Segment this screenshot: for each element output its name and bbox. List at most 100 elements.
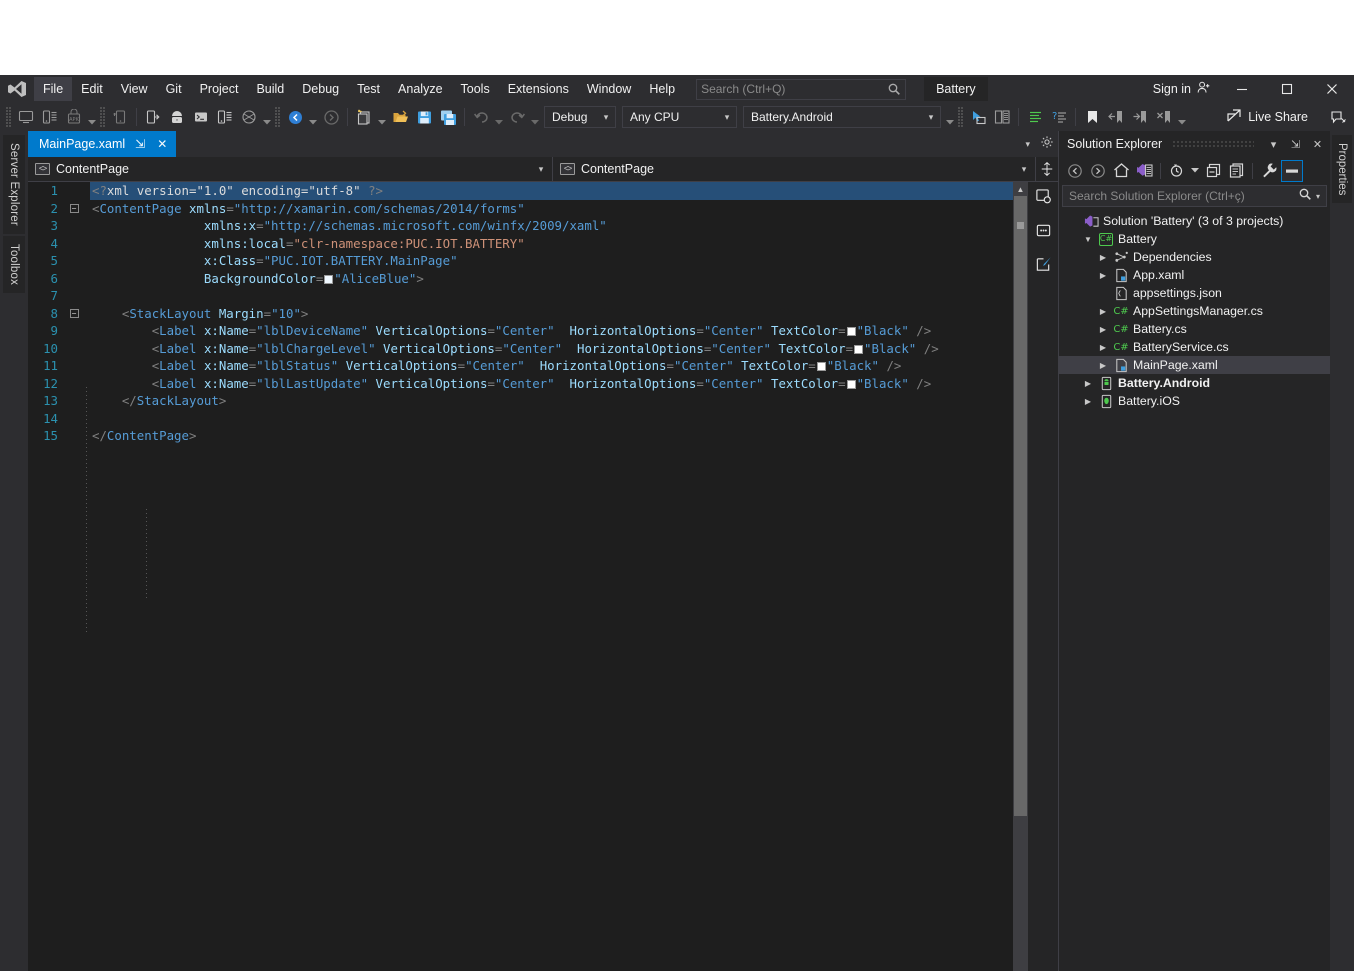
fold-margin[interactable]: − <box>66 305 82 323</box>
redo-caret-icon[interactable] <box>529 106 541 128</box>
live-share-button[interactable]: Live Share <box>1218 105 1316 130</box>
new-project-caret-icon[interactable] <box>376 106 388 128</box>
quick-search-box[interactable] <box>696 79 906 100</box>
next-bookmark-icon[interactable] <box>1128 105 1152 129</box>
properties-tab[interactable]: Properties <box>1332 135 1352 203</box>
run-overflow-caret-icon[interactable] <box>944 106 956 128</box>
previous-bookmark-icon[interactable] <box>1104 105 1128 129</box>
tree-expander-icon[interactable]: ▶ <box>1095 307 1111 316</box>
home-icon[interactable] <box>1110 160 1132 182</box>
tree-expander-icon[interactable]: ▶ <box>1095 271 1111 280</box>
split-view-button[interactable] <box>1036 157 1058 181</box>
panel-pin-icon[interactable]: ⇲ <box>1287 134 1304 154</box>
menu-item-analyze[interactable]: Analyze <box>389 77 451 101</box>
menu-item-build[interactable]: Build <box>247 77 293 101</box>
tree-item-batteryservice-cs[interactable]: ▶C#BatteryService.cs <box>1059 338 1330 356</box>
tree-expander-icon[interactable]: ▼ <box>1080 235 1096 244</box>
menu-item-extensions[interactable]: Extensions <box>499 77 578 101</box>
toolbar-grip-4[interactable] <box>958 107 964 127</box>
maximize-button[interactable] <box>1264 75 1309 103</box>
fold-margin[interactable]: − <box>66 200 82 218</box>
pending-changes-icon[interactable] <box>1133 160 1155 182</box>
code-line[interactable]: 13 </StackLayout> <box>28 392 1013 410</box>
navigate-back-icon[interactable] <box>1064 160 1086 182</box>
tree-item-battery[interactable]: ▼C#Battery <box>1059 230 1330 248</box>
preview-selected-items-icon[interactable] <box>1281 160 1303 182</box>
tree-item-battery-android[interactable]: ▶Battery.Android <box>1059 374 1330 392</box>
compare-files-icon[interactable] <box>990 105 1014 129</box>
uncomment-selection-icon[interactable]: ? <box>1047 105 1071 129</box>
save-icon[interactable] <box>412 105 436 129</box>
tree-expander-icon[interactable]: ▶ <box>1080 397 1096 406</box>
menu-item-view[interactable]: View <box>112 77 157 101</box>
pin-tab-icon[interactable]: ⇲ <box>133 137 147 151</box>
tab-overflow-chevron-icon[interactable]: ▾ <box>1021 139 1034 150</box>
navigate-backward-icon[interactable] <box>283 105 307 129</box>
editor-vertical-scrollbar[interactable]: ▲ <box>1013 182 1028 971</box>
comment-selection-icon[interactable] <box>1023 105 1047 129</box>
panel-close-icon[interactable]: ✕ <box>1309 134 1326 154</box>
sign-in-button[interactable]: Sign in <box>1145 76 1219 102</box>
open-file-icon[interactable] <box>388 105 412 129</box>
feedback-icon[interactable] <box>1326 105 1350 129</box>
tree-expander-icon[interactable]: ▶ <box>1080 379 1096 388</box>
save-all-icon[interactable] <box>436 105 460 129</box>
navbar-type-dropdown[interactable]: <> ContentPage ▾ <box>28 157 553 181</box>
undo-icon[interactable] <box>469 105 493 129</box>
tree-item-appsettings-json[interactable]: appsettings.json <box>1059 284 1330 302</box>
toolbar-grip-2[interactable] <box>100 107 106 127</box>
navigate-forward-icon-se[interactable] <box>1087 160 1109 182</box>
tree-item-dependencies[interactable]: ▶Dependencies <box>1059 248 1330 266</box>
configuration-combo[interactable]: Debug ▾ <box>544 106 616 128</box>
android-device-log-icon[interactable] <box>213 105 237 129</box>
editor-settings-gear-icon[interactable] <box>1040 135 1054 154</box>
server-explorer-tab[interactable]: Server Explorer <box>3 135 25 234</box>
toolbox-tab[interactable]: Toolbox <box>3 236 25 293</box>
redo-icon[interactable] <box>505 105 529 129</box>
tree-expander-icon[interactable]: ▶ <box>1095 253 1111 262</box>
close-tab-icon[interactable]: ✕ <box>155 137 169 151</box>
hot-reload-icon[interactable] <box>1033 254 1053 274</box>
undo-caret-icon[interactable] <box>493 106 505 128</box>
code-line[interactable]: 7 <box>28 287 1013 305</box>
tree-item-battery-cs[interactable]: ▶C#Battery.cs <box>1059 320 1330 338</box>
code-line[interactable]: 12 <Label x:Name="lblLastUpdate" Vertica… <box>28 375 1013 393</box>
panel-drag-dots[interactable] <box>1173 141 1254 147</box>
bookmarks-overflow-caret-icon[interactable] <box>1176 106 1188 128</box>
apk-dropdown-caret-icon[interactable] <box>86 106 98 128</box>
code-line[interactable]: 8− <StackLayout Margin="10"> <box>28 305 1013 323</box>
tree-item-mainpage-xaml[interactable]: ▶MainPage.xaml <box>1059 356 1330 374</box>
clear-bookmarks-icon[interactable] <box>1152 105 1176 129</box>
code-text-area[interactable]: 1<?xml version="1.0" encoding="utf-8" ?>… <box>28 182 1013 971</box>
code-line[interactable]: 3 xmlns:x="http://schemas.microsoft.com/… <box>28 217 1013 235</box>
code-line[interactable]: 4 xmlns:local="clr-namespace:PUC.IOT.BAT… <box>28 235 1013 253</box>
minimize-button[interactable] <box>1219 75 1264 103</box>
tree-item-app-xaml[interactable]: ▶App.xaml <box>1059 266 1330 284</box>
menu-item-test[interactable]: Test <box>348 77 389 101</box>
preview-window-icon[interactable] <box>1033 186 1053 206</box>
device-manager-icon[interactable] <box>108 105 132 129</box>
tree-item-appsettingsmanager-cs[interactable]: ▶C#AppSettingsManager.cs <box>1059 302 1330 320</box>
select-element-icon[interactable] <box>966 105 990 129</box>
tree-expander-icon[interactable]: ▶ <box>1095 343 1111 352</box>
menu-item-git[interactable]: Git <box>157 77 191 101</box>
code-line[interactable]: 1<?xml version="1.0" encoding="utf-8" ?> <box>28 182 1013 200</box>
tree-item-battery-ios[interactable]: ▶Battery.iOS <box>1059 392 1330 410</box>
startup-project-combo[interactable]: Battery.Android ▾ <box>743 106 941 128</box>
device-list-icon[interactable] <box>38 105 62 129</box>
menu-item-tools[interactable]: Tools <box>452 77 499 101</box>
device-monitor-icon[interactable] <box>14 105 38 129</box>
adb-console-icon[interactable] <box>189 105 213 129</box>
profiler-icon[interactable] <box>237 105 261 129</box>
code-line[interactable]: 10 <Label x:Name="lblChargeLevel" Vertic… <box>28 340 1013 358</box>
solution-explorer-search[interactable]: ▾ <box>1062 185 1327 207</box>
menu-item-debug[interactable]: Debug <box>293 77 348 101</box>
tree-expander-icon[interactable]: ▶ <box>1095 325 1111 334</box>
document-tab-mainpage-xaml[interactable]: MainPage.xaml ⇲ ✕ <box>28 131 176 157</box>
scroll-up-arrow-icon[interactable]: ▲ <box>1013 182 1028 196</box>
panel-menu-caret-icon[interactable]: ▾ <box>1265 134 1282 154</box>
apk-package-icon[interactable]: APK <box>62 105 86 129</box>
android-sdk-manager-icon[interactable] <box>165 105 189 129</box>
menu-item-help[interactable]: Help <box>640 77 684 101</box>
new-project-icon[interactable] <box>352 105 376 129</box>
